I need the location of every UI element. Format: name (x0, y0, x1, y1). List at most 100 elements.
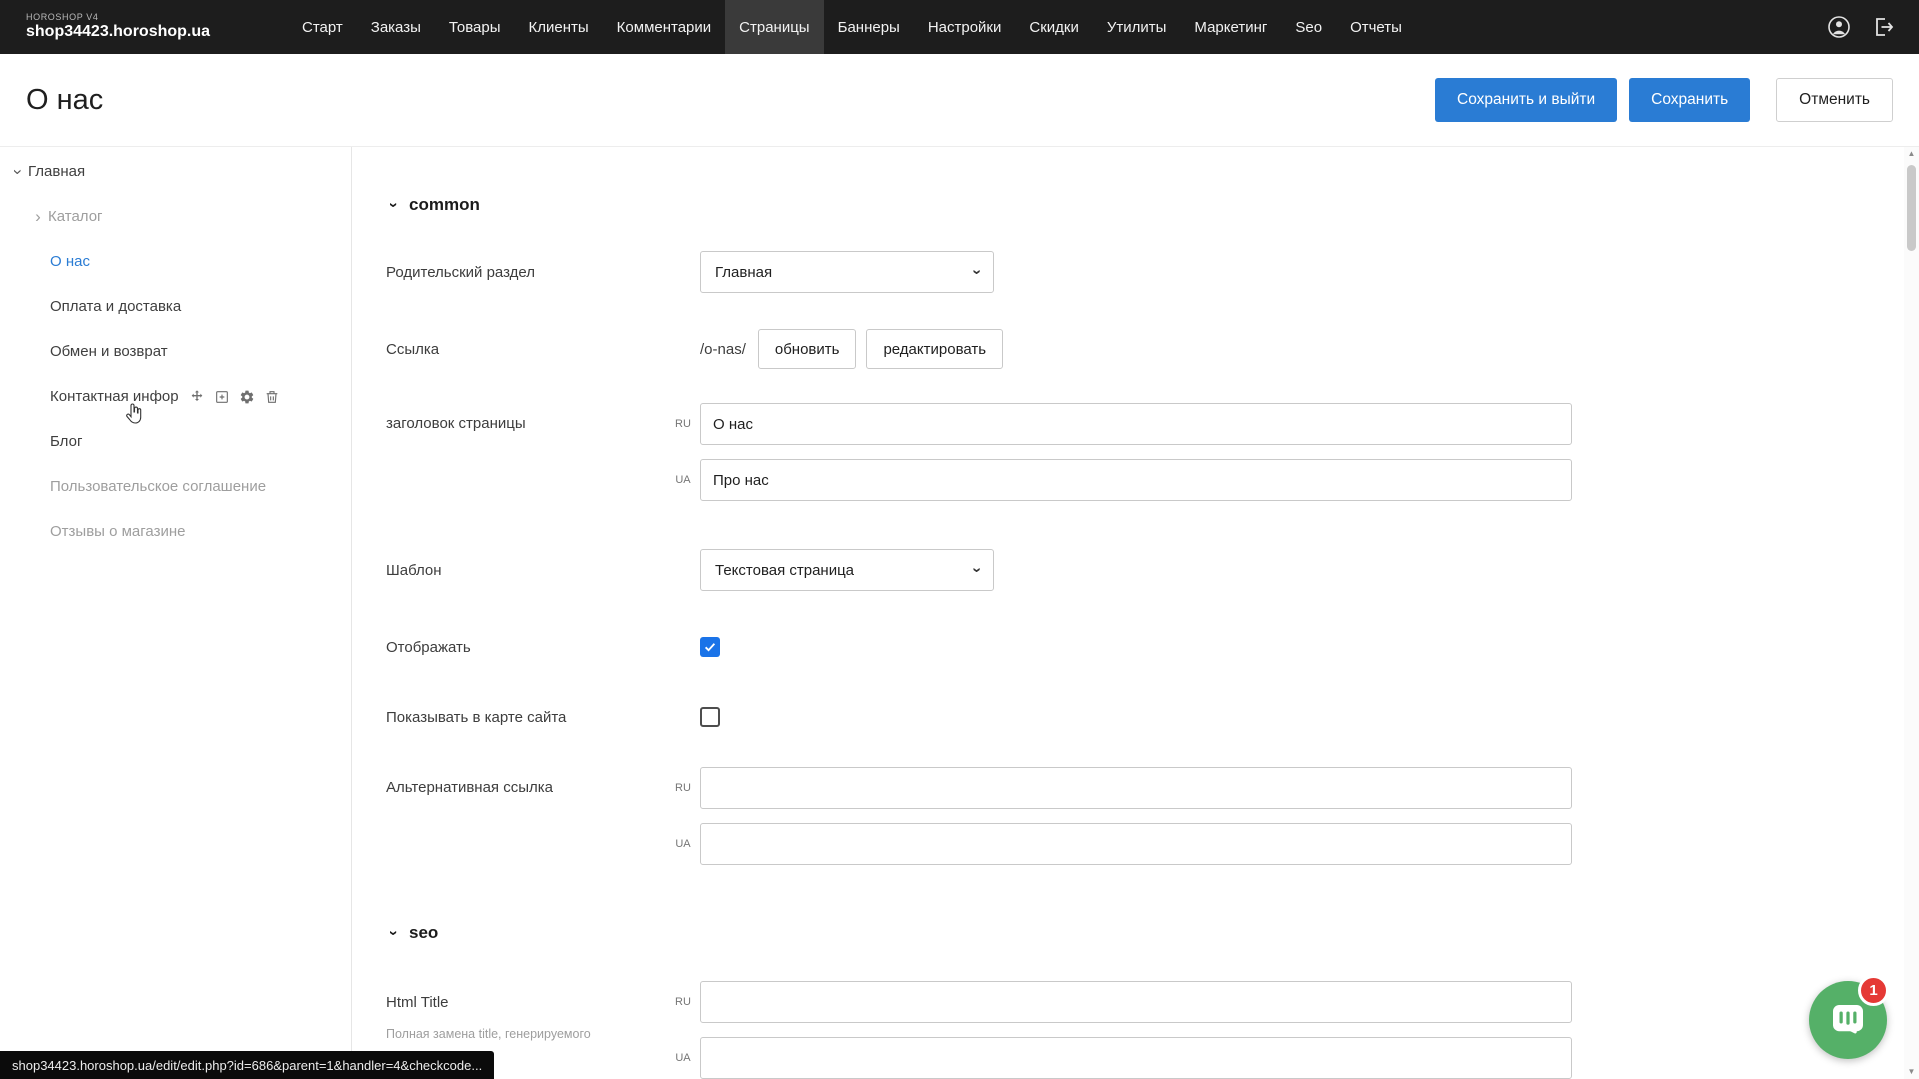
template-select[interactable]: Текстовая страница › (700, 549, 994, 591)
status-url-bar: shop34423.horoshop.ua/edit/edit.php?id=6… (0, 1051, 494, 1079)
brand-domain: shop34423.horoshop.ua (26, 23, 226, 41)
nav-reports[interactable]: Отчеты (1336, 0, 1416, 54)
status-url: shop34423.horoshop.ua/edit/edit.php?id=6… (12, 1058, 482, 1073)
section-seo[interactable]: › seo (386, 923, 1879, 943)
sidebar-item-label: Главная (28, 163, 85, 180)
body: › Главная › Каталог О нас Оплата и доста… (0, 146, 1919, 1079)
page-edit-form: › common Родительский раздел Главная › С… (352, 147, 1919, 1079)
sitemap-checkbox[interactable] (700, 707, 720, 727)
pages-tree-sidebar: › Главная › Каталог О нас Оплата и доста… (0, 147, 352, 1079)
drag-icon[interactable] (189, 389, 205, 405)
save-and-exit-button[interactable]: Сохранить и выйти (1435, 78, 1617, 122)
alt-link-ua-input[interactable] (700, 823, 1572, 865)
sidebar-item-payment-delivery[interactable]: Оплата и доставка (0, 284, 351, 329)
nav-seo[interactable]: Seo (1281, 0, 1336, 54)
sitemap-label: Показывать в карте сайта (386, 709, 700, 726)
user-icon[interactable] (1827, 15, 1851, 39)
chevron-down-icon: › (384, 198, 402, 212)
sidebar-item-label: Каталог (48, 208, 103, 225)
alt-link-label: Альтернативная ссылка (386, 767, 672, 809)
cancel-button[interactable]: Отменить (1776, 78, 1893, 122)
main-nav: Старт Заказы Товары Клиенты Комментарии … (288, 0, 1416, 54)
sidebar-item-about[interactable]: О нас (0, 239, 351, 284)
alt-link-ru-input[interactable] (700, 767, 1572, 809)
settings-icon[interactable] (239, 389, 255, 405)
page-title-row: заголовок страницы RU UA (386, 403, 1879, 501)
sidebar-item-label: Контактная инфор (50, 388, 179, 405)
delete-icon[interactable] (264, 389, 280, 405)
add-icon[interactable] (214, 389, 230, 405)
html-title-hint: Полная замена title, генерируемого (386, 1027, 672, 1043)
save-button[interactable]: Сохранить (1629, 78, 1750, 122)
scrollbar-thumb[interactable] (1907, 165, 1916, 251)
nav-comments[interactable]: Комментарии (603, 0, 725, 54)
nav-orders[interactable]: Заказы (357, 0, 435, 54)
parent-section-value: Главная (715, 264, 772, 281)
link-row: Ссылка /o-nas/ обновить редактировать (386, 329, 1879, 369)
display-checkbox[interactable] (700, 637, 720, 657)
sidebar-item-label: О нас (50, 253, 90, 270)
link-update-button[interactable]: обновить (758, 329, 857, 369)
sitemap-row: Показывать в карте сайта (386, 707, 1879, 727)
sidebar-item-exchange-return[interactable]: Обмен и возврат (0, 329, 351, 374)
sidebar-item-home[interactable]: › Главная (0, 149, 351, 194)
nav-products[interactable]: Товары (435, 0, 515, 54)
nav-discounts[interactable]: Скидки (1015, 0, 1092, 54)
parent-section-select[interactable]: Главная › (700, 251, 994, 293)
sidebar-item-contact-info[interactable]: Контактная инфор (0, 374, 351, 419)
scrollbar[interactable]: ▲ ▼ (1904, 147, 1919, 1079)
sidebar-item-blog[interactable]: Блог (0, 419, 351, 464)
sidebar-item-user-agreement[interactable]: Пользовательское соглашение (0, 464, 351, 509)
display-row: Отображать (386, 637, 1879, 657)
page-title-ru-input[interactable] (700, 403, 1572, 445)
section-seo-label: seo (409, 923, 438, 943)
sidebar-item-label: Пользовательское соглашение (50, 478, 266, 495)
sidebar-item-label: Оплата и доставка (50, 298, 181, 315)
sidebar-item-label: Отзывы о магазине (50, 523, 185, 540)
brand[interactable]: HOROSHOP V4 shop34423.horoshop.ua (26, 13, 226, 40)
sidebar-item-store-reviews[interactable]: Отзывы о магазине (0, 509, 351, 554)
chevron-down-icon: › (967, 567, 985, 572)
section-common-label: common (409, 195, 480, 215)
chevron-down-icon[interactable]: › (8, 162, 28, 182)
nav-start[interactable]: Старт (288, 0, 357, 54)
section-common[interactable]: › common (386, 195, 1879, 215)
page-header: О нас Сохранить и выйти Сохранить Отмени… (0, 54, 1919, 146)
nav-banners[interactable]: Баннеры (824, 0, 914, 54)
template-value: Текстовая страница (715, 562, 854, 579)
nav-clients[interactable]: Клиенты (515, 0, 603, 54)
sidebar-item-catalog[interactable]: › Каталог (0, 194, 351, 239)
lang-ua-label: UA (672, 1052, 694, 1064)
topbar-right (1827, 15, 1895, 39)
link-label: Ссылка (386, 341, 700, 358)
html-title-label: Html Title (386, 981, 672, 1023)
chat-icon (1828, 1000, 1868, 1040)
html-title-ua-input[interactable] (700, 1037, 1572, 1079)
sidebar-item-label: Блог (50, 433, 82, 450)
page-title-label: заголовок страницы (386, 403, 672, 445)
parent-section-row: Родительский раздел Главная › (386, 251, 1879, 293)
html-title-ru-input[interactable] (700, 981, 1572, 1023)
nav-pages[interactable]: Страницы (725, 0, 823, 54)
scroll-up-icon[interactable]: ▲ (1908, 147, 1916, 161)
link-edit-button[interactable]: редактировать (866, 329, 1003, 369)
chevron-right-icon[interactable]: › (28, 207, 48, 227)
template-row: Шаблон Текстовая страница › (386, 549, 1879, 591)
alt-link-row: Альтернативная ссылка RU UA (386, 767, 1879, 865)
lang-ru-label: RU (672, 996, 694, 1008)
logout-icon[interactable] (1871, 15, 1895, 39)
chat-widget-button[interactable]: 1 (1809, 981, 1887, 1059)
template-label: Шаблон (386, 562, 700, 579)
parent-section-label: Родительский раздел (386, 264, 700, 281)
nav-settings[interactable]: Настройки (914, 0, 1016, 54)
tree-item-actions (189, 389, 280, 405)
nav-utilities[interactable]: Утилиты (1093, 0, 1181, 54)
brand-version: HOROSHOP V4 (26, 13, 226, 23)
display-label: Отображать (386, 639, 700, 656)
header-buttons: Сохранить и выйти Сохранить Отменить (1423, 78, 1893, 122)
scroll-down-icon[interactable]: ▼ (1908, 1065, 1916, 1079)
nav-marketing[interactable]: Маркетинг (1180, 0, 1281, 54)
page-title-ua-input[interactable] (700, 459, 1572, 501)
chat-unread-badge: 1 (1858, 975, 1889, 1006)
chevron-down-icon: › (384, 926, 402, 940)
